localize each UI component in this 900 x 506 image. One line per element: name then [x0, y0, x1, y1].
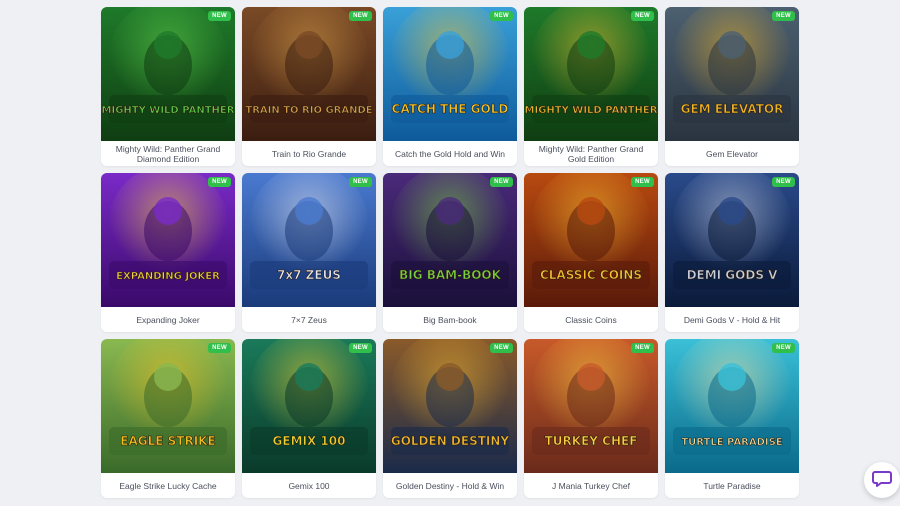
- game-thumbnail[interactable]: EAGLE STRIKE NEW: [101, 339, 235, 473]
- game-title[interactable]: Train to Rio Grande: [242, 141, 376, 166]
- chat-button[interactable]: [864, 462, 900, 498]
- new-badge: NEW: [349, 343, 372, 353]
- game-thumbnail[interactable]: CLASSIC COINS NEW: [524, 173, 658, 307]
- game-title[interactable]: Expanding Joker: [101, 307, 235, 332]
- new-badge: NEW: [772, 11, 795, 21]
- game-art-title: GOLDEN DESTINY: [391, 434, 510, 448]
- new-badge: NEW: [490, 177, 513, 187]
- game-thumbnail[interactable]: MIGHTY WILD PANTHER NEW: [524, 7, 658, 141]
- game-thumbnail[interactable]: TURKEY CHEF NEW: [524, 339, 658, 473]
- game-art-title: TURKEY CHEF: [545, 434, 638, 448]
- game-art-title: 7x7 ZEUS: [277, 268, 341, 282]
- game-thumbnail[interactable]: BIG BAM-BOOK NEW: [383, 173, 517, 307]
- game-title[interactable]: Mighty Wild: Panther Grand Gold Edition: [524, 141, 658, 166]
- new-badge: NEW: [349, 11, 372, 21]
- game-thumbnail[interactable]: CATCH THE GOLD NEW: [383, 7, 517, 141]
- game-card[interactable]: TURTLE PARADISE NEW Turtle Paradise: [665, 339, 799, 498]
- new-badge: NEW: [631, 343, 654, 353]
- game-card[interactable]: 7x7 ZEUS NEW 7×7 Zeus: [242, 173, 376, 332]
- chat-bubble-icon: [872, 468, 892, 493]
- game-card[interactable]: GEM ELEVATOR NEW Gem Elevator: [665, 7, 799, 166]
- new-badge: NEW: [490, 343, 513, 353]
- game-art-title: GEMIX 100: [273, 434, 346, 448]
- game-thumbnail[interactable]: GOLDEN DESTINY NEW: [383, 339, 517, 473]
- game-title[interactable]: Catch the Gold Hold and Win: [383, 141, 517, 166]
- game-thumbnail[interactable]: GEMIX 100 NEW: [242, 339, 376, 473]
- game-art-title: DEMI GODS V: [687, 268, 779, 282]
- game-title[interactable]: Gem Elevator: [665, 141, 799, 166]
- game-art-title: TURTLE PARADISE: [681, 437, 783, 448]
- game-thumbnail[interactable]: TURTLE PARADISE NEW: [665, 339, 799, 473]
- game-thumbnail[interactable]: 7x7 ZEUS NEW: [242, 173, 376, 307]
- game-art-title: MIGHTY WILD PANTHER: [525, 105, 658, 116]
- game-title[interactable]: J Mania Turkey Chef: [524, 473, 658, 498]
- new-badge: NEW: [631, 11, 654, 21]
- game-thumbnail[interactable]: EXPANDING JOKER NEW: [101, 173, 235, 307]
- game-art-title: CLASSIC COINS: [540, 268, 642, 282]
- game-grid: MIGHTY WILD PANTHER NEW Mighty Wild: Panth…: [101, 7, 799, 498]
- new-badge: NEW: [631, 177, 654, 187]
- game-title[interactable]: Eagle Strike Lucky Cache: [101, 473, 235, 498]
- game-card[interactable]: GOLDEN DESTINY NEW Golden Destiny - Hold &…: [383, 339, 517, 498]
- game-art-title: BIG BAM-BOOK: [399, 268, 502, 282]
- game-card[interactable]: EAGLE STRIKE NEW Eagle Strike Lucky Cache: [101, 339, 235, 498]
- game-thumbnail[interactable]: GEM ELEVATOR NEW: [665, 7, 799, 141]
- game-card[interactable]: CLASSIC COINS NEW Classic Coins: [524, 173, 658, 332]
- game-title[interactable]: Gemix 100: [242, 473, 376, 498]
- game-art-title: TRAIN TO RIO GRANDE: [245, 105, 372, 116]
- game-thumbnail[interactable]: DEMI GODS V NEW: [665, 173, 799, 307]
- game-thumbnail[interactable]: TRAIN TO RIO GRANDE NEW: [242, 7, 376, 141]
- game-card[interactable]: EXPANDING JOKER NEW Expanding Joker: [101, 173, 235, 332]
- game-card[interactable]: CATCH THE GOLD NEW Catch the Gold Hold and…: [383, 7, 517, 166]
- new-badge: NEW: [208, 177, 231, 187]
- game-card[interactable]: MIGHTY WILD PANTHER NEW Mighty Wild: Panth…: [101, 7, 235, 166]
- game-title[interactable]: Golden Destiny - Hold & Win: [383, 473, 517, 498]
- new-badge: NEW: [772, 343, 795, 353]
- new-badge: NEW: [208, 343, 231, 353]
- game-art-title: GEM ELEVATOR: [681, 102, 784, 116]
- game-card[interactable]: GEMIX 100 NEW Gemix 100: [242, 339, 376, 498]
- game-title[interactable]: Big Bam-book: [383, 307, 517, 332]
- game-card[interactable]: TURKEY CHEF NEW J Mania Turkey Chef: [524, 339, 658, 498]
- game-art-title: MIGHTY WILD PANTHER: [102, 105, 235, 116]
- game-title[interactable]: 7×7 Zeus: [242, 307, 376, 332]
- new-badge: NEW: [490, 11, 513, 21]
- game-art-title: EXPANDING JOKER: [116, 271, 220, 282]
- game-title[interactable]: Classic Coins: [524, 307, 658, 332]
- new-badge: NEW: [349, 177, 372, 187]
- new-badge: NEW: [208, 11, 231, 21]
- game-card[interactable]: DEMI GODS V NEW Demi Gods V - Hold & Hit: [665, 173, 799, 332]
- game-card[interactable]: MIGHTY WILD PANTHER NEW Mighty Wild: Panth…: [524, 7, 658, 166]
- game-thumbnail[interactable]: MIGHTY WILD PANTHER NEW: [101, 7, 235, 141]
- game-art-title: CATCH THE GOLD: [392, 102, 509, 116]
- game-title[interactable]: Demi Gods V - Hold & Hit: [665, 307, 799, 332]
- game-card[interactable]: TRAIN TO RIO GRANDE NEW Train to Rio Grand…: [242, 7, 376, 166]
- game-title[interactable]: Turtle Paradise: [665, 473, 799, 498]
- game-card[interactable]: BIG BAM-BOOK NEW Big Bam-book: [383, 173, 517, 332]
- game-title[interactable]: Mighty Wild: Panther Grand Diamond Editi…: [101, 141, 235, 166]
- game-art-title: EAGLE STRIKE: [120, 434, 215, 448]
- new-badge: NEW: [772, 177, 795, 187]
